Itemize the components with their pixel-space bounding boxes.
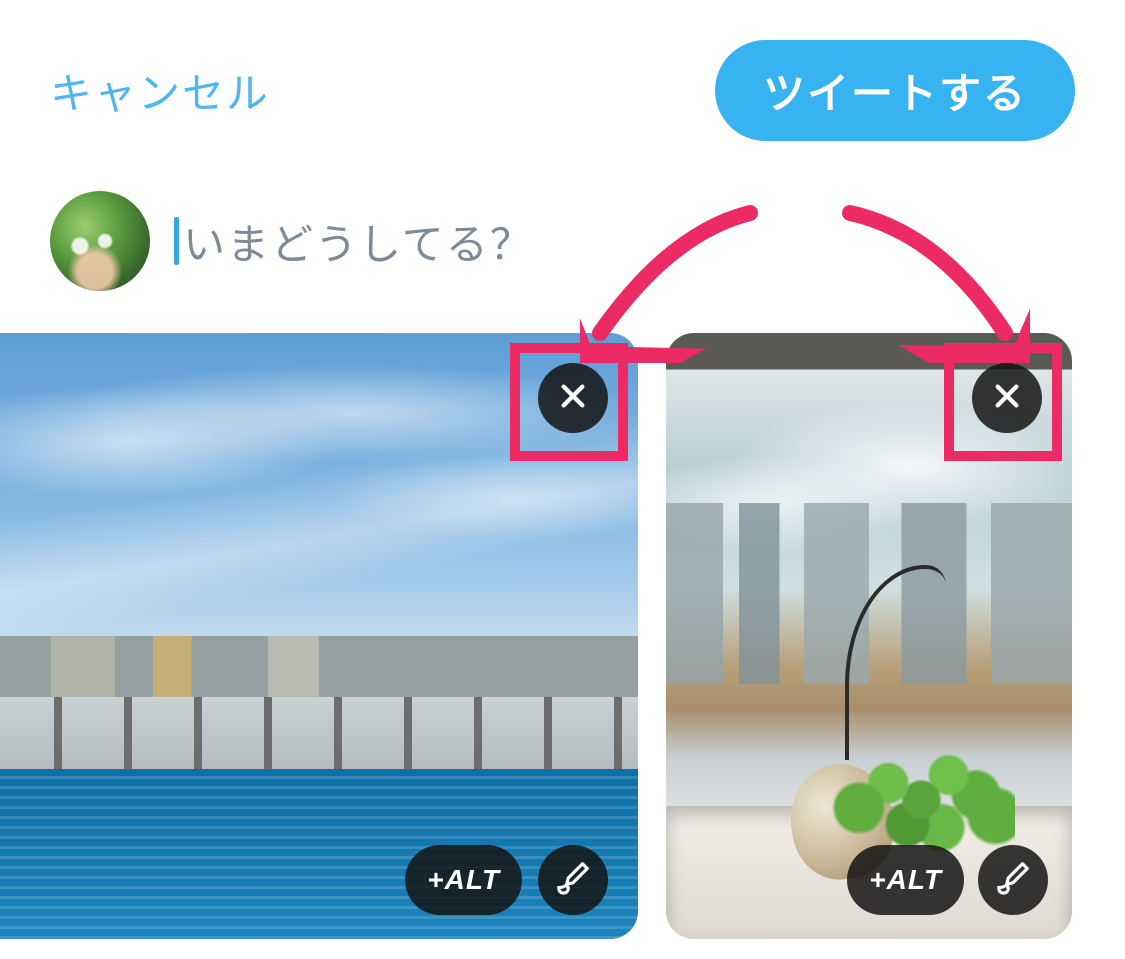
brush-icon [994, 859, 1032, 902]
media-attachment-1: +ALT [0, 333, 638, 939]
edit-media-button[interactable] [538, 845, 608, 915]
media-attachment-2: +ALT [666, 333, 1072, 939]
edit-media-button[interactable] [978, 845, 1048, 915]
tweet-button[interactable]: ツイートする [715, 40, 1075, 141]
add-alt-text-button[interactable]: +ALT [847, 845, 964, 915]
remove-media-button[interactable] [538, 363, 608, 433]
avatar [50, 191, 150, 291]
compose-input[interactable]: いまどうしてる？ [174, 211, 1075, 272]
compose-header: キャンセル ツイートする [0, 0, 1125, 171]
close-icon [557, 380, 589, 417]
remove-media-button[interactable] [972, 363, 1042, 433]
add-alt-text-button[interactable]: +ALT [405, 845, 522, 915]
compose-row: いまどうしてる？ [0, 171, 1125, 321]
brush-icon [554, 859, 592, 902]
media-attachments: +ALT +ALT [0, 333, 1125, 939]
compose-placeholder: いまどうしてる？ [183, 211, 534, 272]
text-caret [174, 217, 179, 265]
cancel-button[interactable]: キャンセル [50, 60, 270, 121]
close-icon [991, 380, 1023, 417]
photo-thumbnail [0, 333, 638, 939]
